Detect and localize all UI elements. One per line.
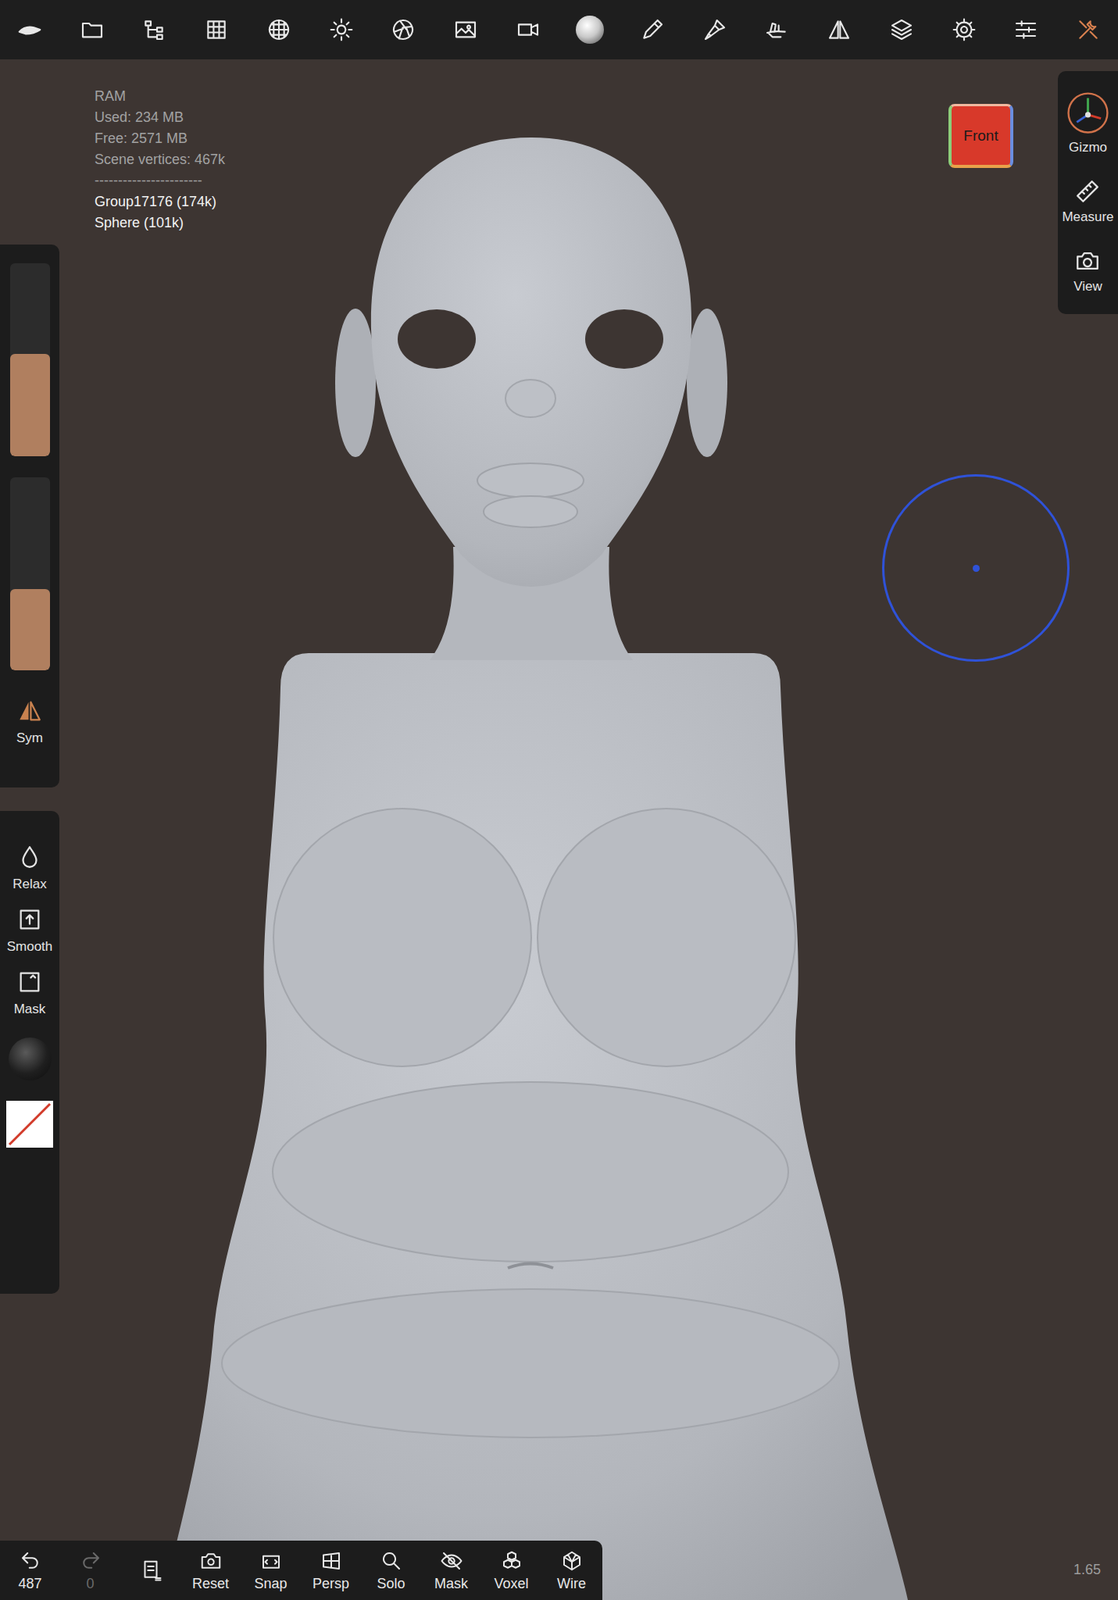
voxel-icon [500,1549,524,1573]
sculpt-model [0,59,1118,1600]
image-icon [453,17,479,43]
toolbar-button[interactable] [636,14,668,46]
mask-icon [16,968,43,996]
search-icon [379,1549,404,1573]
toolbar-button[interactable] [760,14,793,46]
toolbar-button[interactable] [14,14,46,46]
toolbar-button[interactable] [823,14,855,46]
top-toolbar [0,0,1118,60]
layers-icon [889,17,915,43]
color-swatch[interactable] [6,1100,54,1148]
hand-icon [764,17,790,43]
paint-brush-icon [702,17,728,43]
camera-icon [1074,247,1101,275]
slider-fill [10,589,51,671]
bottom-toolbar-button[interactable]: Reset [180,1549,241,1593]
symmetry-icon [16,697,43,725]
stat-line: Scene vertices: 467k [94,149,226,171]
redo-icon [78,1549,103,1573]
bottom-toolbar-button[interactable]: Snap [240,1549,301,1593]
camera-reset-icon [199,1549,223,1573]
view-cube[interactable]: Front [948,103,1014,168]
bottom-toolbar: 487 0 Reset Snap Persp Solo Mask Voxel W… [0,1540,603,1600]
eye-off-icon [439,1549,464,1573]
perspective-icon [319,1549,343,1573]
video-icon [515,17,541,43]
toolbar-button[interactable] [200,14,233,46]
toolbar-button[interactable] [387,14,419,46]
toolbar-button[interactable] [325,14,358,46]
app-logo-icon [17,17,43,43]
cursor-dot [972,564,980,572]
toolbar-button[interactable] [76,14,108,46]
undo-icon [18,1549,43,1573]
right-panel-button[interactable]: View [1073,247,1103,295]
bottom-toolbar-button[interactable]: Wire [541,1549,602,1593]
symmetry-icon [826,17,852,43]
symmetry-button[interactable]: Sym [16,697,43,747]
vertical-slider[interactable] [10,477,51,671]
vertical-slider[interactable] [10,263,51,457]
history-button[interactable] [120,1558,181,1583]
right-panel-button[interactable]: Measure [1061,178,1114,226]
tools-icon [1075,17,1101,43]
zoom-level: 1.65 [1073,1561,1101,1579]
snap-icon [259,1549,283,1573]
toolbar-button[interactable] [885,14,918,46]
history-stack-icon [139,1558,163,1583]
toolbar-button[interactable] [450,14,482,46]
scene-stats: RAM Used: 234 MBFree: 2571 MBScene verti… [94,85,226,234]
gear-icon [951,17,977,43]
gizmo-icon [1065,90,1111,136]
bottom-toolbar-button[interactable]: Persp [300,1549,361,1593]
right-panel-button[interactable]: Gizmo [1065,90,1111,156]
tool-shortcuts-panel: Relax Smooth Mask [0,810,60,1294]
toolbar-button[interactable] [948,14,980,46]
tool-button[interactable]: Smooth [7,906,54,955]
nomad-sculpt-app: RAM Used: 234 MBFree: 2571 MBScene verti… [0,0,1118,1600]
sliders-icon [1013,17,1039,43]
toolbar-button[interactable] [512,14,544,46]
bottom-toolbar-button[interactable]: Mask [421,1549,482,1593]
stat-line: Free: 2571 MB [94,128,226,150]
brush-cursor[interactable] [882,474,1070,662]
matcap-icon [574,9,606,51]
smooth-icon [16,906,43,933]
redo-button[interactable]: 0 [60,1549,121,1593]
sun-icon [328,17,354,43]
toolbar-button[interactable] [574,14,606,46]
toolbar-button[interactable] [263,14,295,46]
brush-settings-panel: Sym [0,244,60,788]
scene-tree-icon [141,17,167,43]
wireframe-icon [560,1549,584,1573]
drop-icon [16,843,43,871]
undo-button[interactable]: 487 [0,1549,61,1593]
stats-title: RAM [94,85,226,108]
folder-icon [79,17,105,43]
toolbar-button[interactable] [1010,14,1042,46]
viewport[interactable]: RAM Used: 234 MBFree: 2571 MBScene verti… [0,59,1118,1600]
stat-line: Used: 234 MB [94,107,226,129]
bottom-toolbar-button[interactable]: Voxel [481,1549,542,1593]
slider-fill [10,353,51,457]
object-item[interactable]: Sphere (101k) [94,212,226,234]
tool-button[interactable]: Relax [12,843,47,893]
grid-icon [203,17,229,43]
stats-separator: ----------------------- [94,170,226,192]
mesh-sphere-icon [266,17,292,43]
aperture-icon [390,17,416,43]
bottom-toolbar-button[interactable]: Solo [360,1549,422,1593]
pen-icon [639,17,665,43]
material-ball[interactable] [8,1037,52,1081]
ruler-icon [1074,178,1101,205]
no-color-icon [6,1100,54,1148]
tool-button[interactable]: Mask [14,968,47,1018]
right-panel: Gizmo Measure View [1057,71,1118,315]
toolbar-button[interactable] [1072,14,1104,46]
toolbar-button[interactable] [138,14,170,46]
object-item[interactable]: Group17176 (174k) [94,191,226,213]
toolbar-button[interactable] [699,14,731,46]
